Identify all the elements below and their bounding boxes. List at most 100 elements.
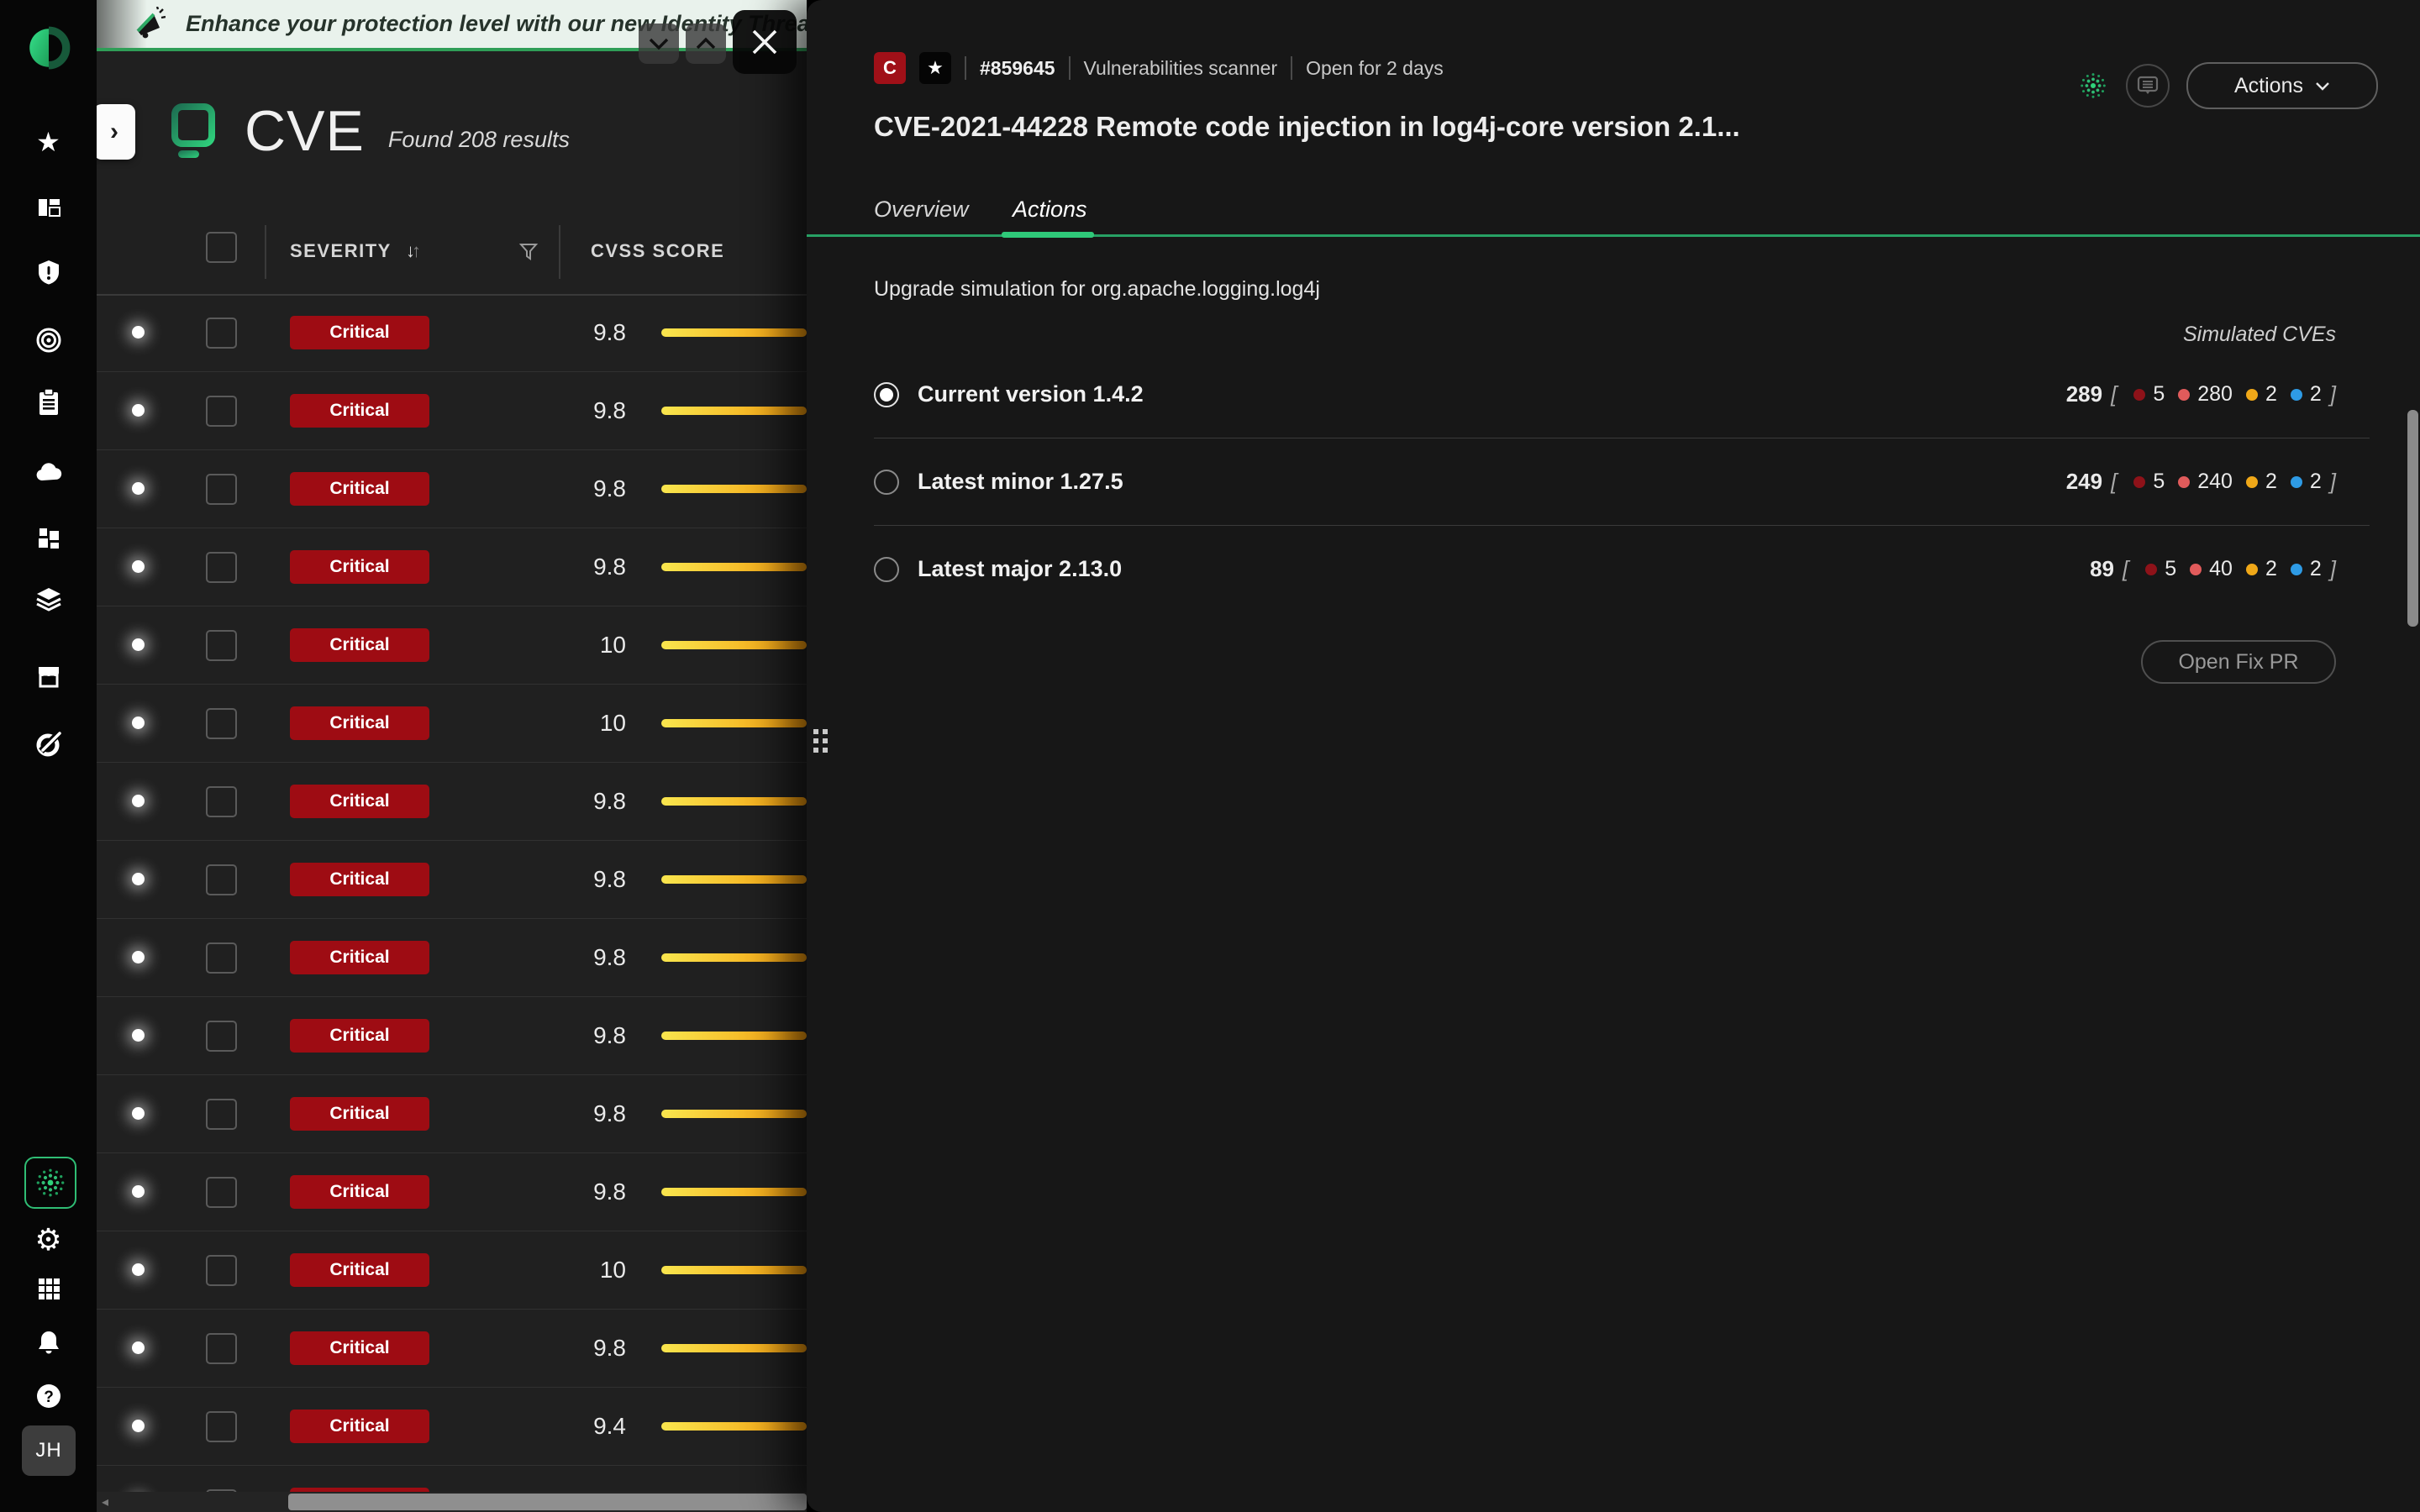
severity-dot: [2178, 389, 2190, 401]
version-option-row[interactable]: Latest minor 1.27.5 249 [ 524022 ]: [874, 438, 2370, 526]
row-checkbox[interactable]: [206, 396, 237, 427]
sidebar-item-marketplace[interactable]: [0, 664, 97, 689]
actions-menu-button[interactable]: Actions: [2186, 62, 2378, 109]
chevron-down-icon: [648, 37, 670, 50]
table-row[interactable]: Critical 9.8: [97, 294, 807, 372]
column-severity[interactable]: SEVERITY: [290, 240, 392, 262]
tab-actions[interactable]: Actions: [1013, 197, 1087, 223]
table-row[interactable]: Critical 9.8: [97, 919, 807, 997]
tab-overview[interactable]: Overview: [874, 197, 969, 223]
cvss-score-bar: [661, 719, 807, 727]
meta-divider: [965, 56, 966, 80]
severity-dot: [2291, 389, 2302, 401]
cve-monitor-icon: [171, 102, 216, 160]
cvss-score-value: 9.4: [550, 1413, 626, 1440]
grid-apps-icon: [37, 1277, 60, 1300]
table-row[interactable]: Critical 9.8: [97, 528, 807, 606]
row-checkbox[interactable]: [206, 942, 237, 974]
table-row[interactable]: Critical 9.8: [97, 763, 807, 841]
table-row[interactable]: Critical 9.8: [97, 997, 807, 1075]
row-checkbox[interactable]: [206, 786, 237, 817]
app-window: ★: [0, 0, 2420, 1512]
scroll-left-arrow[interactable]: ◂: [102, 1494, 108, 1510]
vertical-scrollbar-thumb[interactable]: [2407, 410, 2418, 627]
select-all-checkbox[interactable]: [206, 232, 237, 263]
dashboard-layout-icon: [36, 195, 61, 220]
chevron-down-icon: [2315, 81, 2330, 91]
row-checkbox[interactable]: [206, 1021, 237, 1052]
banner-collapse-button[interactable]: [639, 24, 679, 64]
row-checkbox[interactable]: [206, 1099, 237, 1130]
radio-button[interactable]: [874, 470, 899, 495]
table-row[interactable]: Critical 9.8: [97, 1310, 807, 1388]
row-checkbox[interactable]: [206, 708, 237, 739]
sidebar-item-policies[interactable]: [0, 586, 97, 613]
filter-funnel-icon[interactable]: [518, 242, 539, 262]
row-checkbox[interactable]: [206, 864, 237, 895]
cve-rows: Critical 9.8 Critical 9.8 Critical 9.8 C…: [97, 294, 807, 1512]
severity-dot: [2133, 476, 2145, 488]
radio-button[interactable]: [874, 557, 899, 582]
row-checkbox[interactable]: [206, 1411, 237, 1442]
bracket-close: ]: [2330, 381, 2336, 407]
ai-sunburst-icon[interactable]: [2077, 70, 2109, 102]
table-row[interactable]: Critical 9.8: [97, 1153, 807, 1231]
sidebar-item-attack-surface[interactable]: [0, 326, 97, 354]
row-checkbox[interactable]: [206, 318, 237, 349]
open-fix-pr-button[interactable]: Open Fix PR: [2141, 640, 2336, 684]
table-row[interactable]: Critical 9.8: [97, 372, 807, 450]
banner-expand-button[interactable]: [686, 24, 726, 64]
sidebar-item-discovery[interactable]: [0, 729, 97, 759]
version-option-row[interactable]: Latest major 2.13.0 89 [ 54022 ]: [874, 526, 2370, 612]
sidebar-item-help[interactable]: ?: [0, 1383, 97, 1410]
severity-badge: Critical: [290, 316, 429, 349]
version-option-row[interactable]: Current version 1.4.2 289 [ 528022 ]: [874, 351, 2370, 438]
ticket-id: #859645: [980, 57, 1055, 80]
sidebar-item-compliance[interactable]: [0, 388, 97, 417]
table-row[interactable]: Critical 10: [97, 1231, 807, 1310]
table-row[interactable]: Critical 9.8: [97, 450, 807, 528]
table-row[interactable]: Critical 9.8: [97, 841, 807, 919]
sidebar-item-alerts[interactable]: [0, 259, 97, 286]
favorite-toggle[interactable]: ★: [919, 52, 951, 84]
sidebar-item-favorites[interactable]: ★: [0, 126, 97, 158]
sidebar-item-dashboard[interactable]: [0, 195, 97, 220]
gear-icon: ⚙: [34, 1222, 61, 1257]
open-status: Open for 2 days: [1306, 57, 1444, 80]
sort-control[interactable]: ↓↑: [406, 240, 421, 262]
row-checkbox[interactable]: [206, 474, 237, 505]
severity-badge: Critical: [290, 1175, 429, 1209]
orca-logo[interactable]: [0, 24, 97, 72]
horizontal-scrollbar[interactable]: ◂: [97, 1492, 807, 1512]
horizontal-scrollbar-thumb[interactable]: [288, 1494, 807, 1510]
row-checkbox[interactable]: [206, 1177, 237, 1208]
radio-button[interactable]: [874, 382, 899, 407]
banner-close-button[interactable]: [733, 10, 797, 74]
comments-button[interactable]: [2126, 64, 2170, 108]
bracket-open: [: [2123, 556, 2128, 582]
table-row[interactable]: Critical 9.4: [97, 1388, 807, 1466]
table-row[interactable]: Critical 10: [97, 606, 807, 685]
sidebar-item-apps[interactable]: [0, 1277, 97, 1300]
drawer-drag-handle[interactable]: [813, 729, 828, 753]
sidebar-item-settings[interactable]: ⚙: [0, 1222, 97, 1257]
column-cvss-score[interactable]: CVSS SCORE: [591, 240, 724, 262]
user-avatar[interactable]: JH: [22, 1425, 76, 1476]
table-row[interactable]: Critical 9.8: [97, 1075, 807, 1153]
sidebar-item-inventory[interactable]: [0, 526, 97, 551]
row-checkbox[interactable]: [206, 630, 237, 661]
severity-badge: Critical: [290, 863, 429, 896]
expand-panel-button[interactable]: ›: [97, 104, 135, 160]
results-count: Found 208 results: [388, 127, 570, 153]
sidebar-item-cloud-assets[interactable]: [0, 460, 97, 482]
severity-count: 2: [2265, 470, 2277, 494]
row-checkbox[interactable]: [206, 1333, 237, 1364]
severity-dot: [2145, 564, 2157, 575]
ai-sunburst-icon: [33, 1165, 68, 1200]
table-row[interactable]: Critical 10: [97, 685, 807, 763]
sidebar-item-notifications[interactable]: [0, 1329, 97, 1356]
sidebar-item-ai-assistant[interactable]: [24, 1157, 76, 1209]
row-checkbox[interactable]: [206, 1255, 237, 1286]
severity-dot: [2246, 476, 2258, 488]
row-checkbox[interactable]: [206, 552, 237, 583]
